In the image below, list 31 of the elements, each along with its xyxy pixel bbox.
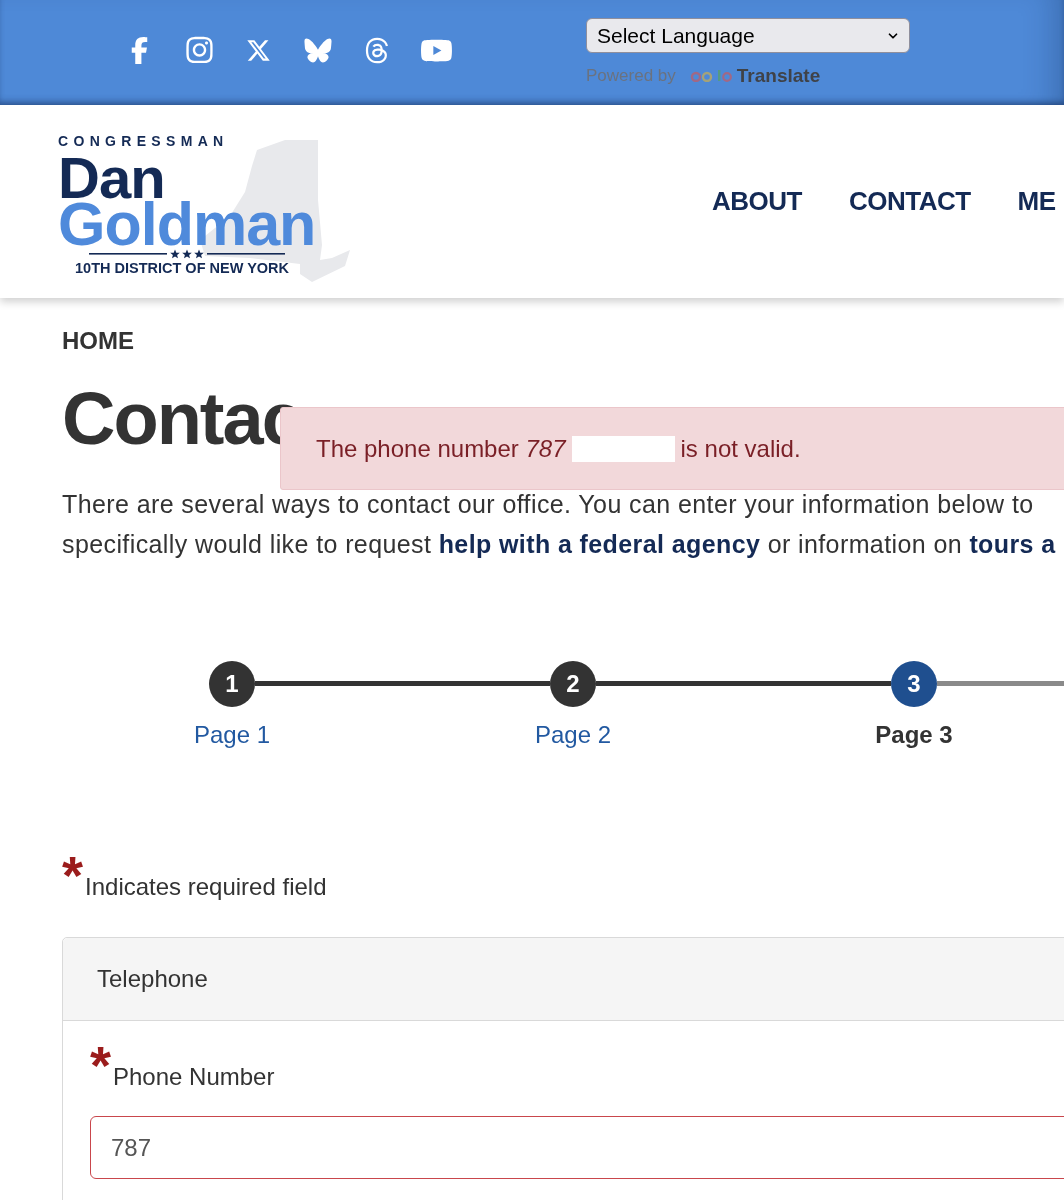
required-asterisk: * xyxy=(90,1043,111,1087)
language-select[interactable]: Select Language xyxy=(586,18,910,53)
required-asterisk: * xyxy=(62,853,83,897)
x-icon[interactable] xyxy=(245,37,271,63)
at-sign-icon[interactable] xyxy=(365,35,390,65)
nav-link[interactable]: ME xyxy=(1017,183,1056,219)
camera-icon[interactable] xyxy=(185,35,213,65)
nav-link[interactable]: ABOUT xyxy=(712,183,802,219)
step-link[interactable]: Page 2 xyxy=(534,720,612,750)
letter-f-icon[interactable] xyxy=(131,35,149,65)
nav-link[interactable]: CONTACT xyxy=(848,183,971,219)
required-note-text: Indicates required field xyxy=(85,872,327,902)
logo-first-name: Dan xyxy=(58,155,165,201)
inline-link[interactable]: tours a xyxy=(969,530,1056,558)
butterfly-icon[interactable] xyxy=(303,37,332,63)
faded-logo-icon xyxy=(689,70,732,82)
phone-input-field[interactable]: 787 xyxy=(90,1116,1064,1179)
alert-message: The phone number 787 xyxy=(316,433,566,464)
step-label: Page 3 xyxy=(875,720,953,750)
step-link[interactable]: Page 1 xyxy=(193,720,271,750)
alert-message-end: is not valid. xyxy=(680,433,801,464)
logo-tagline: 10TH DISTRICT OF NEW YORK xyxy=(75,260,290,276)
star-divider-icon xyxy=(89,249,285,259)
panel-title: Telephone xyxy=(97,964,208,994)
inline-link[interactable]: help with a federal agency xyxy=(438,530,761,558)
logo-last-name: Goldman xyxy=(58,201,316,247)
logo-eyebrow-text: CONGRESSMAN xyxy=(58,133,229,149)
field-label: Phone Number xyxy=(113,1062,275,1092)
powered-by-text: Powered by xyxy=(586,65,676,88)
breadcrumb-link[interactable]: HOME xyxy=(62,327,134,355)
translate-text: Translate xyxy=(736,63,821,88)
